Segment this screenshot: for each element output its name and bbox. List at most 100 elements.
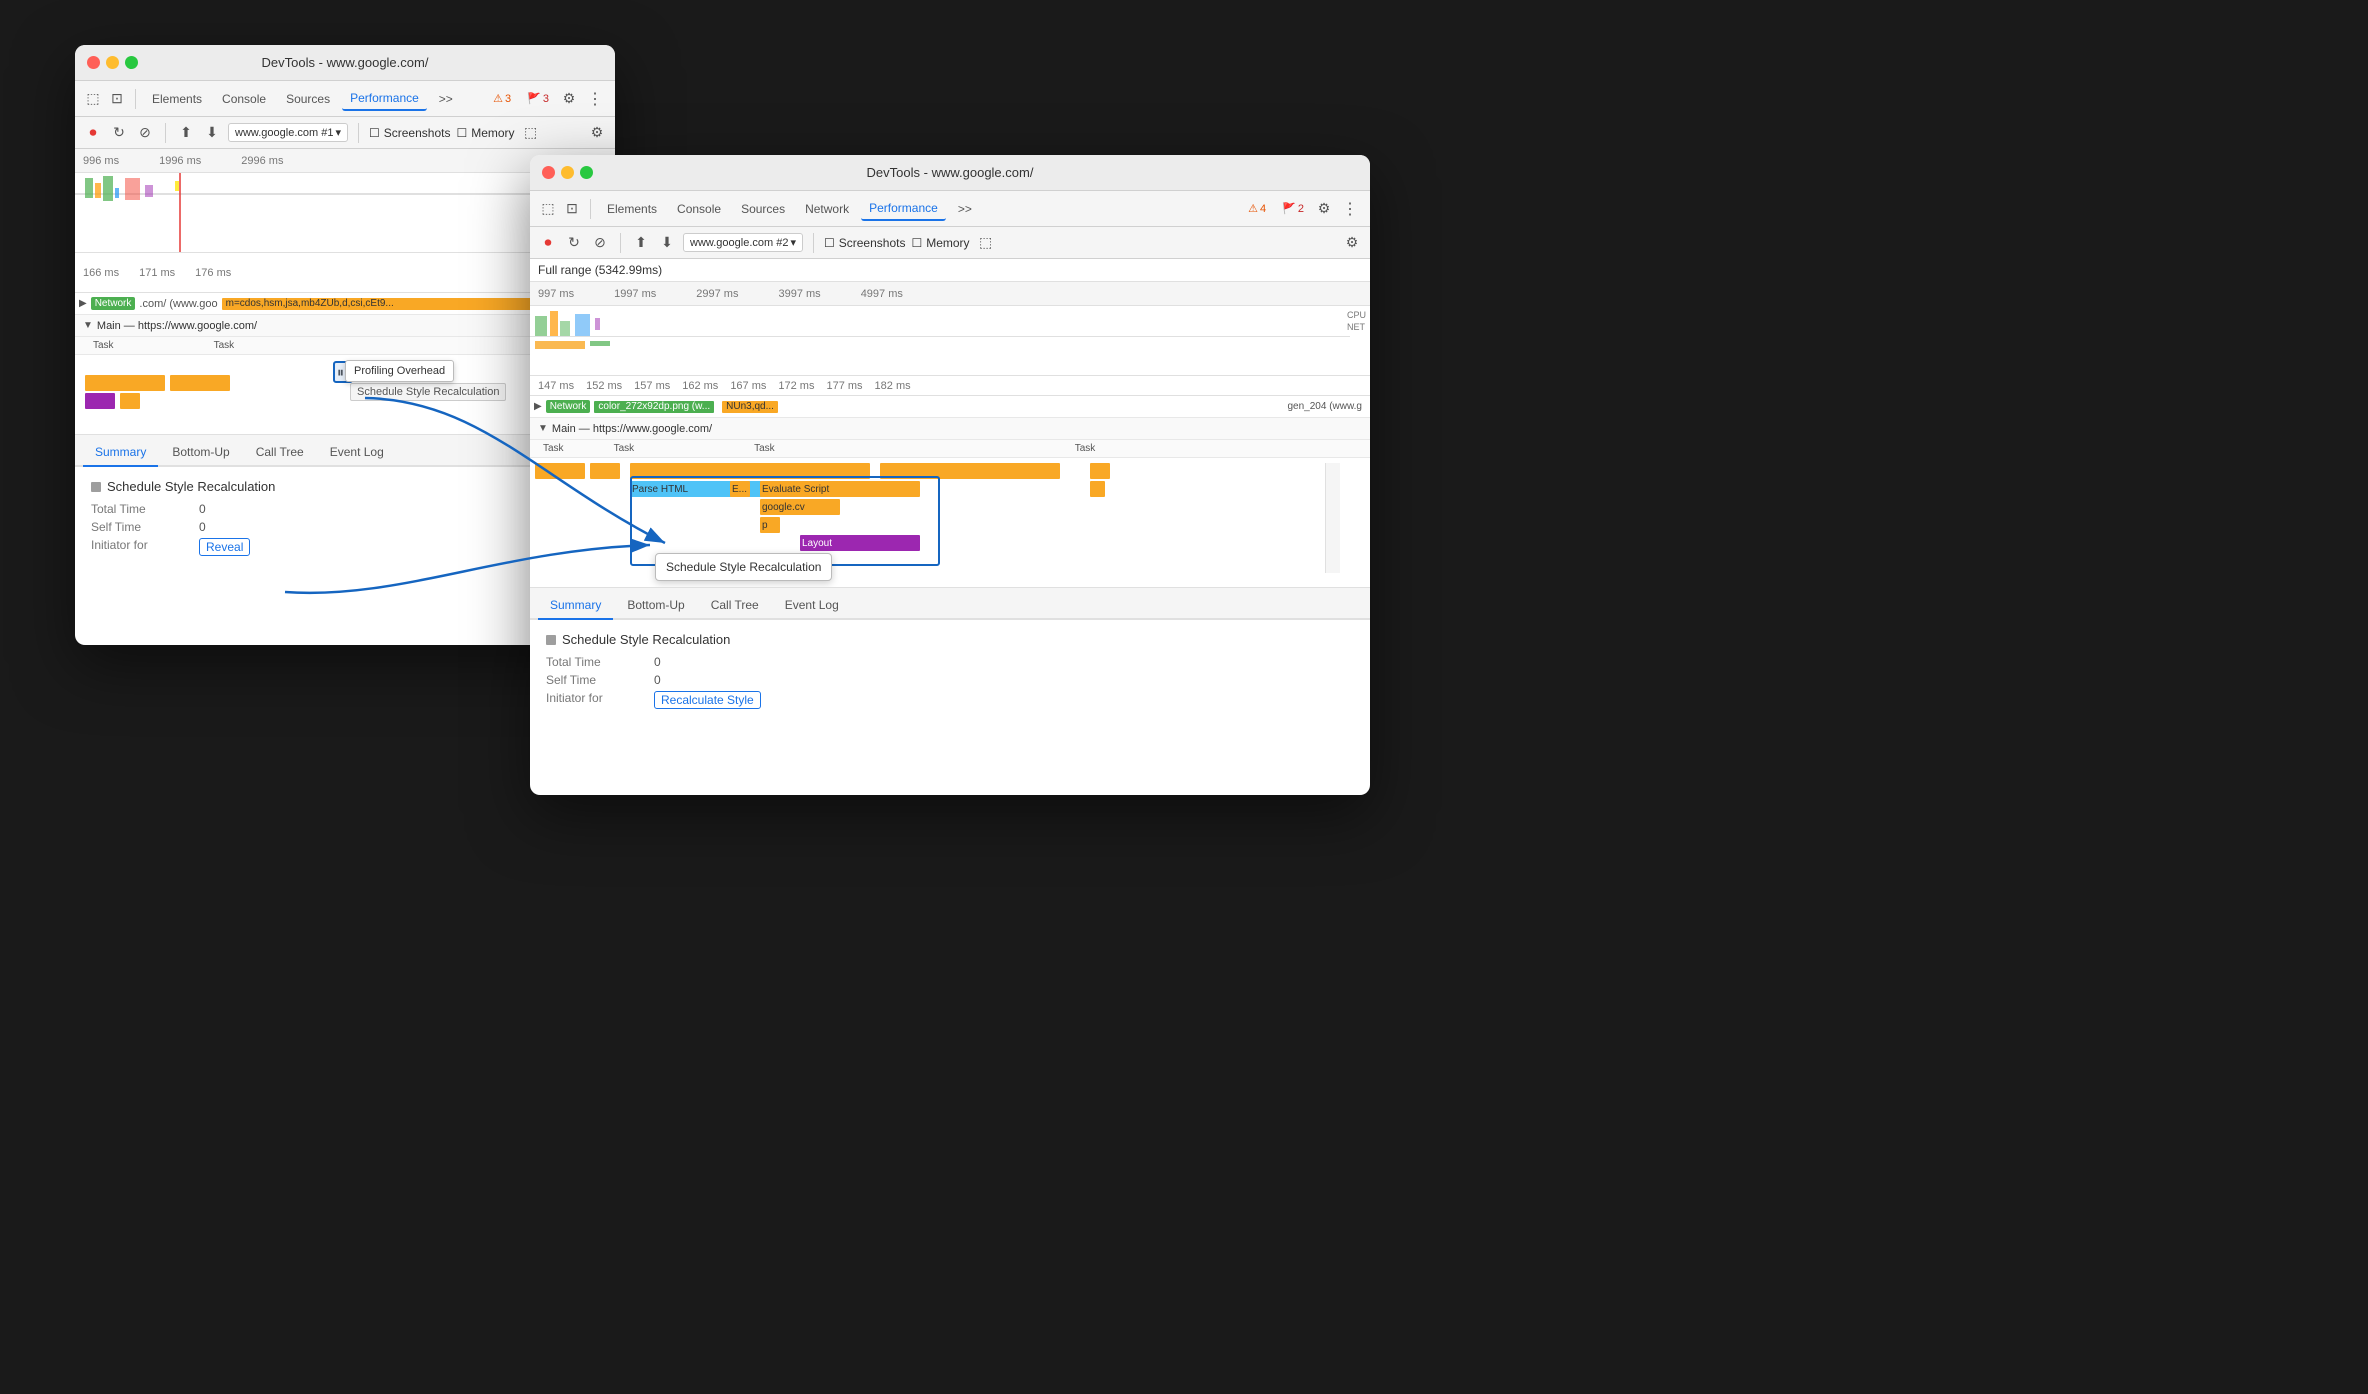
scrollbar-2[interactable]	[1325, 463, 1340, 573]
minimize-button-1[interactable]	[106, 56, 119, 69]
clear-icon-2[interactable]: ⊘	[590, 233, 610, 253]
capture-icon-1[interactable]: ⬚	[521, 123, 541, 143]
inspect-icon-1[interactable]: ⬚	[83, 89, 103, 109]
devtools-window-2: DevTools - www.google.com/ ⬚ ⊡ Elements …	[530, 155, 1370, 795]
tab-summary-2[interactable]: Summary	[538, 592, 613, 620]
screenshots-toggle-2[interactable]: ☐ Screenshots	[824, 236, 905, 250]
close-button-2[interactable]	[542, 166, 555, 179]
task-labels-2: Task Task Task Task	[530, 440, 1370, 458]
task-label-2-1: Task	[543, 443, 564, 454]
task-label-1-1: Task	[93, 340, 114, 351]
dropdown-arrow-1: ▾	[335, 126, 341, 139]
settings-icon-1[interactable]: ⚙	[559, 89, 579, 109]
responsive-icon-2[interactable]: ⊡	[562, 199, 582, 219]
tab-network-2[interactable]: Network	[797, 198, 857, 220]
more-menu-1[interactable]: ⋮	[583, 89, 607, 109]
tab-more-2[interactable]: >>	[950, 198, 980, 220]
tab-sources-1[interactable]: Sources	[278, 88, 338, 110]
tab-eventlog-2[interactable]: Event Log	[773, 592, 851, 620]
initiator-row-1: Initiator for Reveal	[91, 538, 599, 556]
summary-title-2: Schedule Style Recalculation	[546, 632, 1354, 647]
inspect-icon-2[interactable]: ⬚	[538, 199, 558, 219]
main-thread-label-2: Main — https://www.google.com/	[552, 423, 712, 435]
clear-icon-1[interactable]: ⊘	[135, 123, 155, 143]
upload-icon-1[interactable]: ⬆	[176, 123, 196, 143]
download-icon-1[interactable]: ⬇	[202, 123, 222, 143]
tab-console-1[interactable]: Console	[214, 88, 274, 110]
network-badge-2: Network	[546, 400, 591, 413]
color-dot-1	[91, 482, 101, 492]
tab-summary-1[interactable]: Summary	[83, 439, 158, 467]
flame-e: E...	[730, 481, 750, 497]
network-row-2: ▶ Network color_272x92dp.png (w... NUn3,…	[530, 396, 1370, 418]
refresh-icon-2[interactable]: ↻	[564, 233, 584, 253]
flame-2-1	[535, 463, 585, 479]
title-bar-2: DevTools - www.google.com/	[530, 155, 1370, 191]
maximize-button-2[interactable]	[580, 166, 593, 179]
title-bar-1: DevTools - www.google.com/	[75, 45, 615, 81]
record-icon-2[interactable]: ⏺	[538, 233, 558, 253]
responsive-icon-1[interactable]: ⊡	[107, 89, 127, 109]
timeline-area-2[interactable]: CPU NET	[530, 306, 1370, 376]
settings-icon-2[interactable]: ⚙	[587, 123, 607, 143]
tab-eventlog-1[interactable]: Event Log	[318, 439, 396, 467]
tab-bottomup-1[interactable]: Bottom-Up	[160, 439, 241, 467]
settings-icon-4[interactable]: ⚙	[1342, 233, 1362, 253]
warning-red-2: 🚩 2	[1276, 200, 1310, 217]
tab-calltree-1[interactable]: Call Tree	[244, 439, 316, 467]
screenshots-toggle-1[interactable]: ☐ Screenshots	[369, 126, 450, 140]
download-icon-2[interactable]: ⬇	[657, 233, 677, 253]
maximize-button-1[interactable]	[125, 56, 138, 69]
refresh-icon-1[interactable]: ↻	[109, 123, 129, 143]
record-icon-1[interactable]: ⏺	[83, 123, 103, 143]
window-title-1: DevTools - www.google.com/	[262, 55, 429, 70]
tab-performance-1[interactable]: Performance	[342, 87, 427, 111]
tab-console-2[interactable]: Console	[669, 198, 729, 220]
url-selector-2[interactable]: www.google.com #2 ▾	[683, 233, 803, 252]
total-time-row-1: Total Time 0	[91, 502, 599, 516]
self-time-row-1: Self Time 0	[91, 520, 599, 534]
tab-calltree-2[interactable]: Call Tree	[699, 592, 771, 620]
tab-bottomup-2[interactable]: Bottom-Up	[615, 592, 696, 620]
summary-title-1: Schedule Style Recalculation	[91, 479, 599, 494]
flame-2-3	[630, 463, 870, 479]
sched-style-tooltip-1: Schedule Style Recalculation	[350, 383, 506, 401]
perf-toolbar-2: ⏺ ↻ ⊘ ⬆ ⬇ www.google.com #2 ▾ ☐ Screensh…	[530, 227, 1370, 259]
traffic-lights-1	[87, 56, 138, 69]
recalculate-link-2[interactable]: Recalculate Style	[654, 691, 761, 709]
nav-toolbar-2: ⬚ ⊡ Elements Console Sources Network Per…	[530, 191, 1370, 227]
task-label-2-4: Task	[1075, 443, 1096, 454]
reveal-link-1[interactable]: Reveal	[199, 538, 250, 556]
perf-toolbar-1: ⏺ ↻ ⊘ ⬆ ⬇ www.google.com #1 ▾ ☐ Screensh…	[75, 117, 615, 149]
memory-toggle-1[interactable]: ☐ Memory	[456, 126, 514, 140]
task-label-2-2: Task	[614, 443, 635, 454]
network-query-2: NUn3,qd...	[722, 401, 778, 413]
summary-panel-2: Schedule Style Recalculation Total Time …	[530, 620, 1370, 725]
warning-orange-1: ⚠ 3	[487, 90, 517, 107]
tab-performance-2[interactable]: Performance	[861, 197, 946, 221]
flame-p: p	[760, 517, 780, 533]
minimize-button-2[interactable]	[561, 166, 574, 179]
tab-sources-2[interactable]: Sources	[733, 198, 793, 220]
tab-elements-2[interactable]: Elements	[599, 198, 665, 220]
flame-bar-1-2	[170, 375, 230, 391]
flame-2-4	[880, 463, 1060, 479]
nav-toolbar-1: ⬚ ⊡ Elements Console Sources Performance…	[75, 81, 615, 117]
settings-icon-3[interactable]: ⚙	[1314, 199, 1334, 219]
capture-icon-2[interactable]: ⬚	[976, 233, 996, 253]
url-selector-1[interactable]: www.google.com #1 ▾	[228, 123, 348, 142]
memory-toggle-2[interactable]: ☐ Memory	[911, 236, 969, 250]
upload-icon-2[interactable]: ⬆	[631, 233, 651, 253]
close-button-1[interactable]	[87, 56, 100, 69]
main-thread-label-1: Main — https://www.google.com/	[97, 320, 257, 332]
network-url-1: .com/ (www.goo	[139, 298, 217, 310]
full-range-2: Full range (5342.99ms)	[530, 259, 1370, 282]
flame-area-2[interactable]: Parse HTML E... Evaluate Script google.c…	[530, 458, 1370, 588]
more-menu-2[interactable]: ⋮	[1338, 199, 1362, 219]
network-right-2: gen_204 (www.g	[1288, 401, 1363, 412]
tab-more-1[interactable]: >>	[431, 88, 461, 110]
flame-layout: Layout	[800, 535, 920, 551]
network-badge-1: Network	[91, 297, 136, 310]
flame-right-2	[1090, 481, 1105, 497]
tab-elements-1[interactable]: Elements	[144, 88, 210, 110]
